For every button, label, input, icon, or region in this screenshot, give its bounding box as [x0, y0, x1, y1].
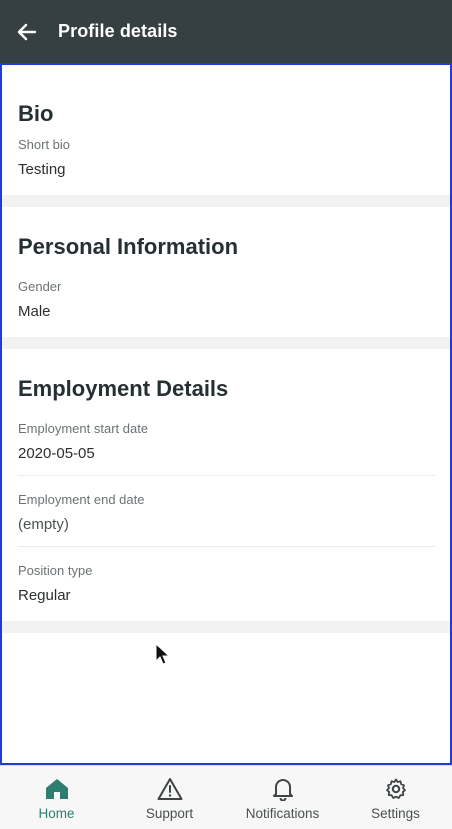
nav-label: Home — [38, 805, 75, 821]
nav-label: Notifications — [245, 805, 320, 821]
field-position-type: Position type Regular — [18, 547, 434, 611]
field-label: Short bio — [18, 137, 71, 152]
field-label: Employment start date — [18, 421, 149, 436]
section-heading-personal: Personal Information — [18, 234, 239, 259]
section-heading-bio: Bio — [18, 101, 54, 126]
field-label: Employment end date — [18, 492, 145, 507]
section-heading-employment: Employment Details — [18, 376, 229, 401]
employment-section: Employment Details Employment start date… — [2, 349, 450, 611]
field-label: Gender — [18, 279, 62, 294]
gear-icon — [383, 776, 409, 802]
field-value: Male — [18, 303, 51, 320]
nav-label: Settings — [371, 805, 420, 821]
page-title: Profile details — [58, 21, 178, 41]
field-employment-start: Employment start date 2020-05-05 — [18, 401, 436, 476]
field-short-bio: Short bio Testing — [18, 127, 434, 185]
field-gender: Gender Male — [18, 259, 434, 327]
profile-content: Bio Short bio Testing Personal Informati… — [0, 63, 452, 765]
nav-item-support[interactable]: Support — [113, 766, 226, 829]
bottom-navigation: Home Support Notifications Settings — [0, 765, 452, 829]
field-label: Position type — [18, 563, 93, 578]
field-employment-end: Employment end date (empty) — [18, 476, 436, 547]
field-value: (empty) — [18, 516, 69, 533]
bio-section: Bio Short bio Testing — [2, 65, 450, 185]
section-separator — [2, 621, 450, 633]
field-value: Testing — [18, 161, 66, 178]
warning-icon — [157, 776, 183, 802]
personal-info-section: Personal Information Gender Male — [2, 207, 450, 327]
arrow-left-icon — [17, 23, 37, 40]
field-value: 2020-05-05 — [18, 445, 95, 462]
mouse-cursor-icon — [155, 642, 171, 672]
bell-icon — [270, 776, 296, 802]
nav-item-settings[interactable]: Settings — [339, 766, 452, 829]
section-separator — [2, 337, 450, 349]
app-bar: Profile details — [0, 0, 452, 63]
section-separator — [2, 195, 450, 207]
home-icon — [44, 776, 70, 802]
nav-item-home[interactable]: Home — [0, 766, 113, 829]
back-button[interactable] — [0, 0, 55, 63]
nav-item-notifications[interactable]: Notifications — [226, 766, 339, 829]
nav-label: Support — [145, 805, 194, 821]
field-value: Regular — [18, 587, 71, 604]
